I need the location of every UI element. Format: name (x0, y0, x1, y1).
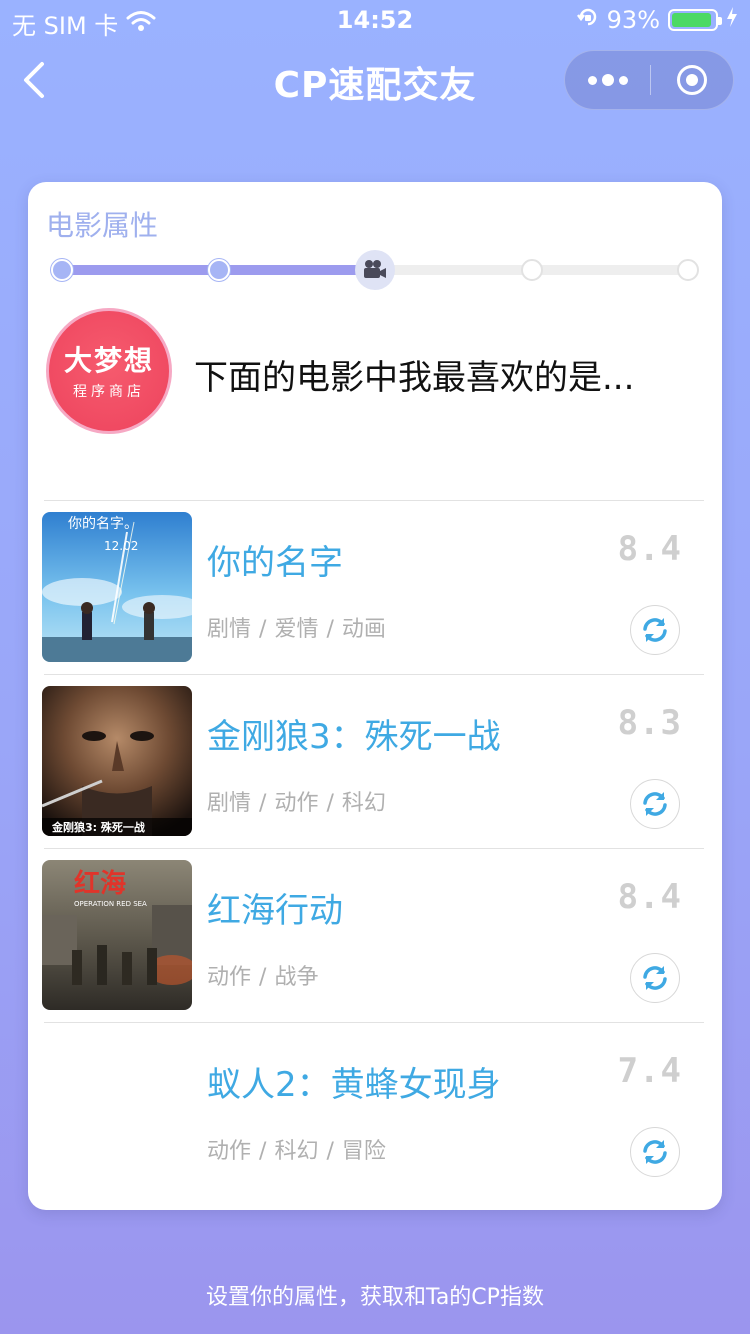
orientation-lock-icon (576, 6, 599, 34)
movie-tag: 战争 (274, 965, 319, 990)
nav-bar: CP速配交友 (0, 40, 750, 120)
refresh-button[interactable] (630, 779, 680, 829)
more-button[interactable] (565, 51, 650, 109)
card-label: 电影属性 (46, 209, 159, 242)
poster-title-text: 你的名字。 (68, 516, 138, 532)
movie-title: 金刚狼3：殊死一战 (207, 717, 501, 757)
more-dot-icon (618, 75, 628, 85)
movie-tag: 剧情 (207, 791, 252, 816)
more-dot-icon (601, 74, 614, 86)
movie-poster: 红海 OPERATION RED SEA (42, 860, 192, 1010)
completed-step-dot (208, 259, 230, 281)
movie-tags: 动作 / 战争 (207, 959, 318, 991)
question-text: 下面的电影中我最喜欢的是... (194, 358, 635, 398)
movie-title: 你的名字 (207, 543, 343, 583)
movie-score: 8.3 (617, 703, 682, 743)
refresh-icon (643, 966, 667, 990)
movie-row[interactable]: 蚁人2：黄蜂女现身 动作 / 科幻 / 冒险 7.4 (44, 1022, 704, 1196)
completed-step-dot (51, 259, 73, 281)
movie-poster: 金刚狼3: 殊死一战 (42, 686, 192, 836)
tag-separator: / (259, 791, 267, 816)
movie-list: 你的名字。 12.02 你的名字 剧情 / 爱情 / 动画 8.4 金刚狼3: … (42, 500, 704, 1196)
pending-step-dot (677, 259, 699, 281)
movie-tag: 爱情 (274, 617, 319, 642)
battery-fill (672, 13, 711, 27)
movie-row[interactable]: 金刚狼3: 殊死一战 金刚狼3：殊死一战 剧情 / 动作 / 科幻 8.3 (42, 674, 704, 848)
tag-separator: / (326, 1139, 334, 1164)
movie-tag: 动画 (341, 617, 386, 642)
movie-poster-placeholder (42, 1034, 192, 1184)
movie-poster: 你的名字。 12.02 (42, 512, 192, 662)
mini-program-capsule (564, 50, 734, 110)
movie-tags: 动作 / 科幻 / 冒险 (207, 1133, 386, 1165)
charging-icon (726, 6, 738, 34)
movie-tags: 剧情 / 动作 / 科幻 (207, 785, 386, 817)
tag-separator: / (326, 617, 334, 642)
poster-title-text: 金刚狼3: 殊死一战 (51, 820, 145, 834)
footer-hint: 设置你的属性，获取和Ta的CP指数 (206, 1285, 544, 1310)
movie-row[interactable]: 你的名字。 12.02 你的名字 剧情 / 爱情 / 动画 8.4 (42, 500, 704, 674)
movie-camera-icon (364, 260, 386, 278)
movie-row[interactable]: 红海 OPERATION RED SEA 红海行动 动作 / 战争 8.4 (42, 848, 704, 1022)
refresh-button[interactable] (630, 1127, 680, 1177)
movie-title: 红海行动 (207, 891, 343, 931)
current-step-indicator (355, 250, 395, 290)
movie-tag: 科幻 (274, 1139, 319, 1164)
movie-title: 蚁人2：黄蜂女现身 (207, 1065, 501, 1105)
status-right: 93% (576, 6, 738, 34)
step-progress (51, 250, 699, 290)
battery-percent: 93% (606, 6, 660, 34)
poster-date-text: 12.02 (104, 539, 138, 553)
tag-separator: / (326, 791, 334, 816)
tag-separator: / (259, 617, 267, 642)
refresh-button[interactable] (630, 605, 680, 655)
refresh-icon (643, 618, 667, 642)
movie-score: 8.4 (617, 877, 682, 917)
close-mini-program-button[interactable] (677, 65, 707, 95)
capsule-divider (650, 65, 651, 95)
question-card: 电影属性 大梦想 程序商店 下面的电影中我最喜欢的是... 你的名字。 12.0… (28, 182, 722, 1210)
movie-tag: 动作 (207, 1139, 252, 1164)
poster-subtitle-text: OPERATION RED SEA (74, 900, 147, 908)
refresh-icon (643, 1140, 667, 1164)
refresh-button[interactable] (630, 953, 680, 1003)
movie-tag: 动作 (207, 965, 252, 990)
poster-title-text: 红海 (74, 868, 126, 899)
tag-separator: / (259, 965, 267, 990)
movie-tag: 科幻 (341, 791, 386, 816)
movie-tags: 剧情 / 爱情 / 动画 (207, 611, 386, 643)
avatar-title: 大梦想 (63, 344, 154, 377)
movie-score: 7.4 (617, 1051, 682, 1091)
pending-step-dot (521, 259, 543, 281)
more-dot-icon (587, 75, 597, 85)
movie-score: 8.4 (617, 529, 682, 569)
movie-tag: 冒险 (341, 1139, 386, 1164)
tag-separator: / (259, 1139, 267, 1164)
status-bar: 无 SIM 卡 14:52 93% (0, 0, 750, 40)
movie-tag: 动作 (274, 791, 319, 816)
battery-cap (718, 17, 722, 25)
avatar-subtitle: 程序商店 (73, 384, 145, 400)
battery-icon (668, 9, 722, 31)
refresh-icon (643, 792, 667, 816)
movie-tag: 剧情 (207, 617, 252, 642)
avatar: 大梦想 程序商店 (46, 308, 172, 434)
